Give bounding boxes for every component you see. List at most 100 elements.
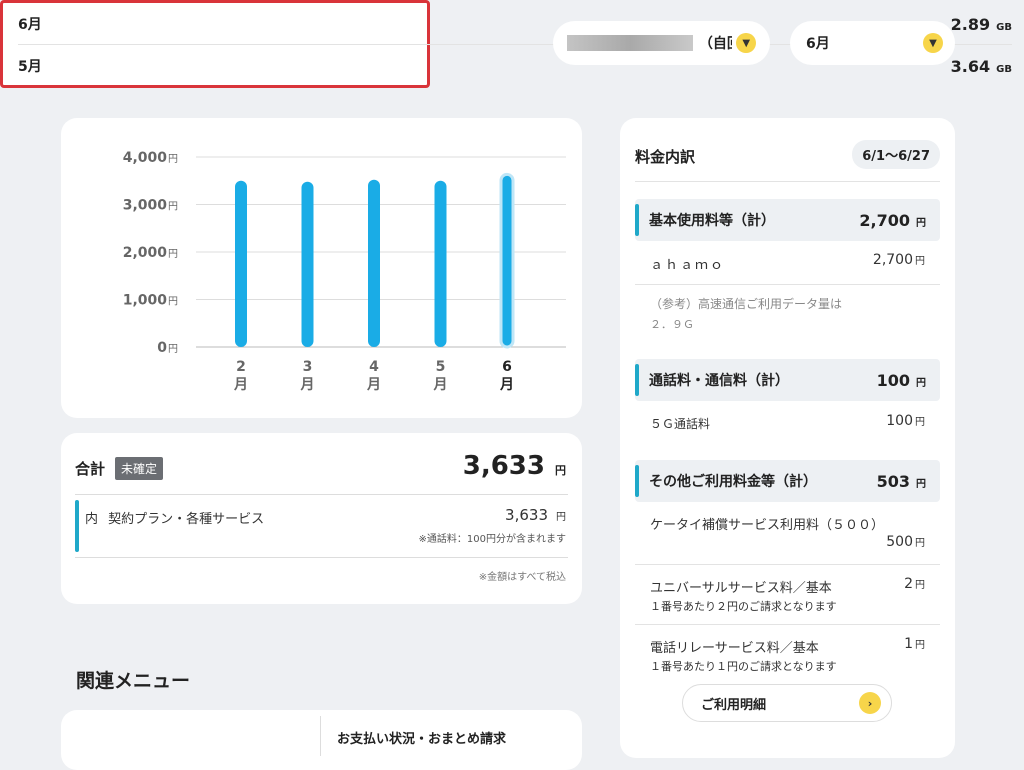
divider <box>75 557 568 558</box>
section-other-fees: その他ご利用料金等（計） 503 円 <box>635 460 940 502</box>
divider <box>635 564 940 565</box>
chevron-down-icon: ▼ <box>736 33 756 53</box>
divider <box>635 624 940 625</box>
section-amount: 2,700 <box>859 210 910 230</box>
y-tick-unit: 円 <box>168 297 178 308</box>
chart-bar[interactable] <box>368 179 380 347</box>
section-amount: 100 <box>876 370 910 390</box>
item-unit: 円 <box>556 512 566 523</box>
y-tick-label: 3,000 <box>123 198 168 214</box>
x-tick-label: 2 <box>236 359 246 375</box>
divider <box>75 494 568 495</box>
item-prefix: 内 <box>85 512 99 527</box>
monthly-charges-chart: 4,000 円 3,000 円 2,000 円 1,000 円 0 円 2 月 3 月 4 月 5 月 6 月 <box>61 118 582 418</box>
usage-details-label: ご利用明細 <box>701 697 767 713</box>
y-tick-unit: 円 <box>168 202 178 213</box>
usage-unit: GB <box>996 63 1012 75</box>
y-tick-unit: 円 <box>168 344 178 355</box>
chevron-right-icon: › <box>859 692 881 714</box>
section-label: 通話料・通信料（計） <box>649 373 789 389</box>
billing-period-badge: 6/1〜6/27 <box>852 140 940 169</box>
divider <box>635 284 940 285</box>
section-unit: 円 <box>916 217 926 229</box>
reference-note: （参考）高速通信ご利用データ量は <box>650 297 843 311</box>
month-selector-label: 6月 <box>806 36 830 52</box>
section-call-fee: 通話料・通信料（計） 100 円 <box>635 359 940 401</box>
chart-bar[interactable] <box>499 172 515 349</box>
insurance-amount: 500 <box>886 534 913 550</box>
related-menu-heading: 関連メニュー <box>76 670 191 692</box>
ahamo-amount-wrap: 2,700 円 <box>873 252 925 268</box>
usage-month: 6月 <box>18 17 42 33</box>
relay-fee-label: 電話リレーサービス料／基本 <box>650 641 819 656</box>
reference-value: ２．９Ｇ <box>650 318 694 331</box>
x-tick-label-unit: 月 <box>433 377 448 393</box>
usage-value: 3.64 <box>950 56 991 76</box>
x-tick-label: 4 <box>369 359 379 375</box>
data-usage-summary: 6月 2.89 GB 5月 3.64 GB <box>0 0 1012 88</box>
redacted-phone-number <box>567 35 693 51</box>
call-fee-note: ※通話料：100円分が含まれます <box>418 534 566 545</box>
universal-amount-wrap: 2円 <box>904 576 925 592</box>
relay-amount: 1 <box>904 636 913 652</box>
yen-unit: 円 <box>915 256 925 267</box>
section-unit: 円 <box>916 478 926 490</box>
line-selector[interactable]: （自回 ▼ <box>553 21 770 65</box>
usage-unit: GB <box>996 21 1012 33</box>
total-unit: 円 <box>555 464 566 477</box>
y-tick-label: 2,000 <box>123 245 168 261</box>
total-amount: 3,633 <box>462 451 545 481</box>
month-selector[interactable]: 6月 ▼ <box>790 21 955 65</box>
y-tick-unit: 円 <box>168 154 178 165</box>
tax-note: ※金額はすべて税込 <box>478 572 566 583</box>
charge-breakdown-card: 料金内訳 6/1〜6/27 基本使用料等（計） 2,700 円 ａｈａｍｏ 2,7… <box>620 118 955 758</box>
relay-fee-note: １番号あたり１円のご請求となります <box>650 660 837 673</box>
section-label: その他ご利用料金等（計） <box>649 474 817 490</box>
breakdown-title: 料金内訳 <box>635 148 696 166</box>
y-tick-label: 0 <box>157 340 167 356</box>
chart-bar[interactable] <box>235 180 247 347</box>
section-basic-fee: 基本使用料等（計） 2,700 円 <box>635 199 940 241</box>
divider <box>320 716 321 756</box>
call-fee-label: ５Ｇ通話料 <box>650 417 711 431</box>
call-amount: 100 <box>886 413 913 429</box>
chart-bar[interactable] <box>301 181 314 347</box>
chart-bar[interactable] <box>434 180 447 347</box>
section-unit: 円 <box>916 377 926 389</box>
call-amount-wrap: 100 円 <box>886 413 925 429</box>
item-accent-bar <box>75 500 79 552</box>
bar-chart: 4,000 円3,000 円2,000 円1,000 円0 円2月3月4月5月6月 <box>123 150 566 393</box>
universal-fee-label: ユニバーサルサービス料／基本 <box>650 581 832 596</box>
section-amount: 503 <box>876 471 910 491</box>
universal-fee-note: １番号あたり２円のご請求となります <box>650 600 837 613</box>
x-tick-label-unit: 月 <box>300 377 315 393</box>
y-tick-label: 4,000 <box>123 150 168 166</box>
yen-unit: 円 <box>915 640 925 651</box>
universal-amount: 2 <box>904 576 913 592</box>
x-tick-label-unit: 月 <box>499 377 514 393</box>
yen-unit: 円 <box>915 538 925 549</box>
x-tick-label: 6 <box>502 359 512 375</box>
insurance-amount-wrap: 500 円 <box>886 534 925 550</box>
divider <box>635 181 940 182</box>
total-summary-card: 合計 未確定 3,633 円 内 契約プラン・各種サービス 3,633 円 ※通話… <box>61 433 582 604</box>
usage-value: 2.89 <box>950 14 991 34</box>
plan-item-label: 内 契約プラン・各種サービス <box>85 508 264 527</box>
yen-unit: 円 <box>915 417 925 428</box>
item-amount: 3,633 <box>505 506 548 524</box>
usage-details-button[interactable]: ご利用明細 › <box>682 684 892 722</box>
usage-month: 5月 <box>18 59 42 75</box>
y-tick-label: 1,000 <box>123 293 168 309</box>
x-tick-label-unit: 月 <box>366 377 381 393</box>
section-label: 基本使用料等（計） <box>649 213 775 229</box>
insurance-label: ケータイ補償サービス利用料（５００） <box>650 518 885 533</box>
relay-amount-wrap: 1円 <box>904 636 925 652</box>
x-tick-label-unit: 月 <box>233 377 248 393</box>
y-tick-unit: 円 <box>168 249 178 260</box>
ahamo-amount: 2,700 <box>872 252 913 268</box>
yen-unit: 円 <box>915 580 925 591</box>
total-label: 合計 <box>75 460 106 478</box>
x-tick-label: 3 <box>303 359 313 375</box>
related-menu-card: お支払い状況・おまとめ請求 <box>61 710 582 770</box>
x-tick-label: 5 <box>436 359 446 375</box>
